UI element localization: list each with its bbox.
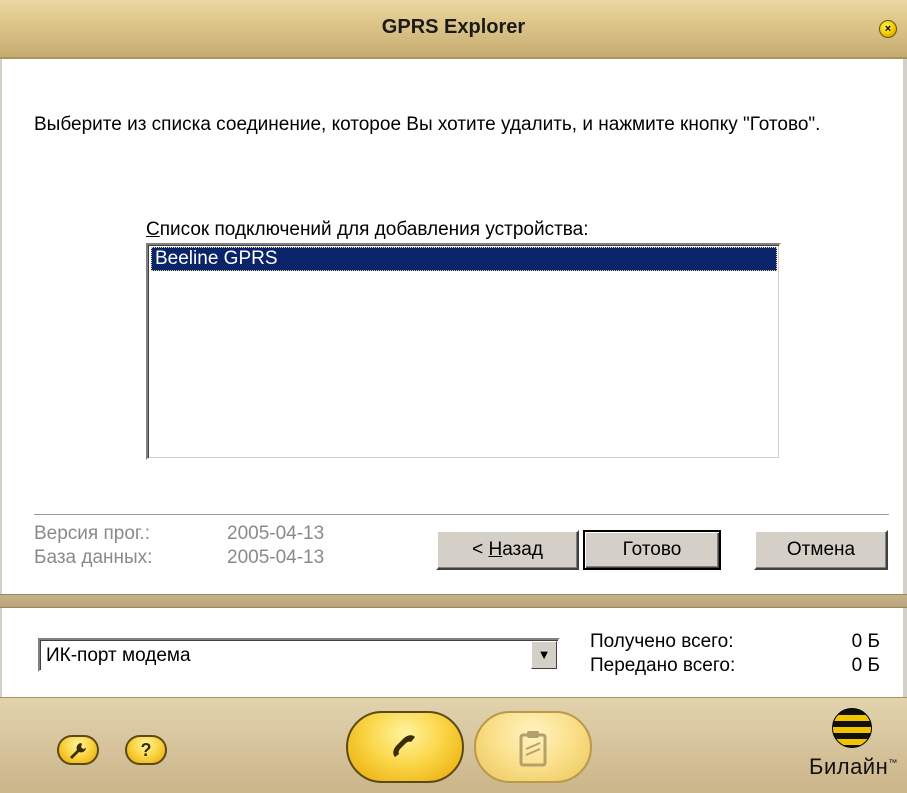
connections-list-label: Список подключений для добавления устрой…	[146, 219, 589, 241]
received-value: 0 Б	[851, 631, 880, 652]
list-label-text: писок подключений для добавления устройс…	[159, 219, 589, 240]
sent-label: Передано всего:	[590, 655, 736, 676]
wizard-content: Выберите из списка соединение, которое В…	[2, 59, 903, 594]
version-label: Версия прог.:	[34, 523, 151, 544]
cancel-button[interactable]: Отмена	[754, 530, 888, 570]
divider	[34, 514, 889, 516]
done-button[interactable]: Готово	[583, 530, 721, 570]
list-item-beeline-gprs[interactable]: Beeline GPRS	[151, 247, 777, 271]
back-button-label: азад	[502, 539, 543, 560]
log-button	[474, 711, 592, 783]
bottom-toolbar: ? Билайн™	[0, 697, 907, 793]
connect-button[interactable]	[346, 711, 464, 783]
logo-text: Билайн™	[809, 754, 898, 779]
connections-listbox[interactable]: Beeline GPRS	[146, 243, 781, 460]
instruction-text: Выберите из списка соединение, которое В…	[34, 114, 821, 135]
phone-icon	[393, 735, 415, 757]
sent-value: 0 Б	[851, 655, 880, 676]
modem-select[interactable]: ИК-порт модема ▼	[38, 638, 560, 672]
wrench-icon	[70, 743, 86, 759]
clipboard-icon	[519, 731, 547, 767]
main-window: GPRS Explorer × Выберите из списка соеди…	[0, 0, 907, 793]
modem-select-value: ИК-порт модема	[46, 645, 191, 666]
title-bar[interactable]: GPRS Explorer ×	[0, 0, 907, 59]
list-label-accelerator: С	[146, 219, 160, 240]
received-label: Получено всего:	[590, 631, 734, 652]
help-button[interactable]: ?	[125, 735, 167, 765]
close-icon[interactable]: ×	[879, 20, 897, 38]
database-value: 2005-04-13	[227, 547, 325, 568]
version-info: Версия прог.: 2005-04-13 База данных: 20…	[34, 522, 324, 570]
logo-icon	[832, 708, 872, 748]
back-button-accelerator: Н	[488, 539, 503, 560]
section-separator	[0, 594, 907, 608]
settings-button[interactable]	[57, 735, 99, 765]
back-button[interactable]: < Назад	[436, 530, 579, 570]
window-title: GPRS Explorer	[381, 16, 526, 38]
traffic-stats: Получено всего: 0 Б Передано всего: 0 Б	[590, 630, 880, 678]
beeline-logo: Билайн™	[809, 708, 898, 788]
status-panel: ИК-порт модема ▼ Получено всего: 0 Б Пер…	[2, 608, 903, 697]
back-button-prefix: <	[472, 539, 489, 560]
chevron-down-icon[interactable]: ▼	[531, 641, 557, 669]
database-label: База данных:	[34, 547, 153, 568]
version-value: 2005-04-13	[227, 523, 325, 544]
